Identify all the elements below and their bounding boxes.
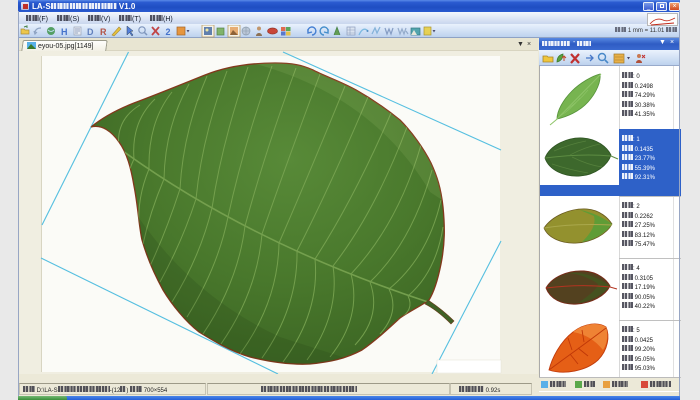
svg-text:D: D [87,27,94,37]
svg-text:H: H [61,27,68,37]
svg-text:R: R [100,27,107,37]
svg-text:2: 2 [166,27,171,37]
